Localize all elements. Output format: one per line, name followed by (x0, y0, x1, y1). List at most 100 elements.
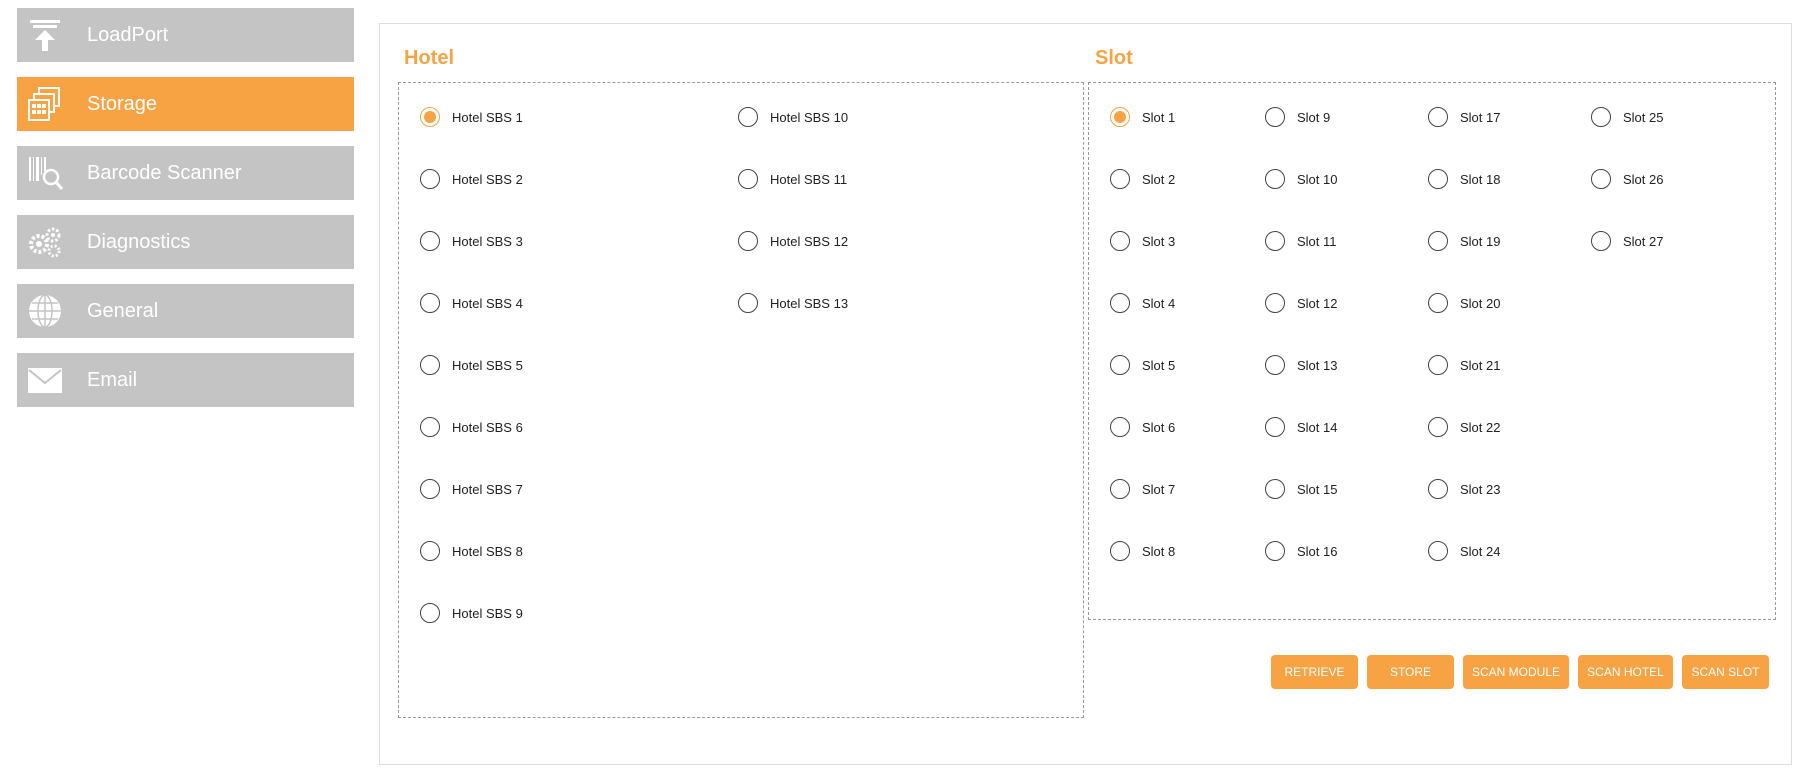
radio-button[interactable] (1428, 107, 1448, 127)
radio-button[interactable] (1591, 231, 1611, 251)
slot-radio-17[interactable]: Slot 17 (1428, 105, 1500, 129)
slot-radio-12[interactable]: Slot 12 (1265, 291, 1337, 315)
radio-button[interactable] (1428, 293, 1448, 313)
radio-button[interactable] (1265, 169, 1285, 189)
slot-radio-13[interactable]: Slot 13 (1265, 353, 1337, 377)
radio-label: Slot 6 (1142, 419, 1176, 435)
retrieve-button[interactable]: RETRIEVE (1271, 655, 1358, 689)
radio-button[interactable] (738, 169, 758, 189)
hotel-radio-2[interactable]: Hotel SBS 2 (420, 167, 523, 191)
hotel-radio-7[interactable]: Hotel SBS 7 (420, 477, 523, 501)
sidebar-item-diagnostics[interactable]: Diagnostics (17, 215, 354, 269)
slot-radio-21[interactable]: Slot 21 (1428, 353, 1500, 377)
radio-button[interactable] (1428, 479, 1448, 499)
slot-radio-26[interactable]: Slot 26 (1591, 167, 1663, 191)
slot-radio-18[interactable]: Slot 18 (1428, 167, 1500, 191)
slot-radio-24[interactable]: Slot 24 (1428, 539, 1500, 563)
radio-button[interactable] (1110, 479, 1130, 499)
slot-radio-15[interactable]: Slot 15 (1265, 477, 1337, 501)
radio-button[interactable] (1265, 541, 1285, 561)
slot-radio-20[interactable]: Slot 20 (1428, 291, 1500, 315)
radio-button[interactable] (420, 231, 440, 251)
slot-radio-25[interactable]: Slot 25 (1591, 105, 1663, 129)
sidebar-item-storage[interactable]: Storage (17, 77, 354, 131)
hotel-radio-13[interactable]: Hotel SBS 13 (738, 291, 848, 315)
hotel-radio-10[interactable]: Hotel SBS 10 (738, 105, 848, 129)
radio-button[interactable] (1265, 355, 1285, 375)
radio-button[interactable] (1265, 417, 1285, 437)
slot-radio-1[interactable]: Slot 1 (1110, 105, 1175, 129)
radio-button[interactable] (1591, 169, 1611, 189)
radio-label: Hotel SBS 5 (452, 357, 523, 373)
slot-radio-9[interactable]: Slot 9 (1265, 105, 1330, 129)
radio-label: Slot 11 (1297, 233, 1337, 249)
radio-button[interactable] (420, 603, 440, 623)
slot-radio-19[interactable]: Slot 19 (1428, 229, 1500, 253)
slot-radio-2[interactable]: Slot 2 (1110, 167, 1175, 191)
slot-radio-3[interactable]: Slot 3 (1110, 229, 1175, 253)
radio-button[interactable] (1265, 231, 1285, 251)
slot-radio-5[interactable]: Slot 5 (1110, 353, 1175, 377)
radio-button[interactable] (1428, 355, 1448, 375)
slot-radio-4[interactable]: Slot 4 (1110, 291, 1175, 315)
sidebar-item-loadport[interactable]: LoadPort (17, 8, 354, 62)
radio-label: Slot 1 (1142, 109, 1176, 125)
radio-button[interactable] (1110, 169, 1130, 189)
radio-button[interactable] (1265, 479, 1285, 499)
radio-button[interactable] (1110, 355, 1130, 375)
radio-button[interactable] (1110, 231, 1130, 251)
radio-button[interactable] (420, 417, 440, 437)
hotel-radio-9[interactable]: Hotel SBS 9 (420, 601, 523, 625)
hotel-radio-3[interactable]: Hotel SBS 3 (420, 229, 523, 253)
store-button[interactable]: STORE (1367, 655, 1454, 689)
radio-button[interactable] (738, 107, 758, 127)
scan-slot-button[interactable]: SCAN SLOT (1682, 655, 1769, 689)
radio-button[interactable] (420, 293, 440, 313)
radio-label: Hotel SBS 8 (452, 543, 523, 559)
slot-radio-7[interactable]: Slot 7 (1110, 477, 1175, 501)
hotel-radio-11[interactable]: Hotel SBS 11 (738, 167, 847, 191)
radio-button[interactable] (1110, 417, 1130, 437)
radio-button[interactable] (420, 479, 440, 499)
hotel-radio-4[interactable]: Hotel SBS 4 (420, 291, 523, 315)
hotel-radio-1[interactable]: Hotel SBS 1 (420, 105, 523, 129)
radio-label: Slot 17 (1460, 109, 1501, 125)
radio-button[interactable] (1110, 293, 1130, 313)
hotel-radio-8[interactable]: Hotel SBS 8 (420, 539, 523, 563)
slot-radio-6[interactable]: Slot 6 (1110, 415, 1175, 439)
radio-button[interactable] (1428, 417, 1448, 437)
radio-button[interactable] (420, 355, 440, 375)
sidebar-item-general[interactable]: General (17, 284, 354, 338)
slot-radio-11[interactable]: Slot 11 (1265, 229, 1337, 253)
radio-button[interactable] (1110, 107, 1130, 127)
radio-button[interactable] (420, 541, 440, 561)
hotel-radio-5[interactable]: Hotel SBS 5 (420, 353, 523, 377)
envelope-icon (27, 362, 63, 398)
slot-radio-10[interactable]: Slot 10 (1265, 167, 1337, 191)
slot-radio-8[interactable]: Slot 8 (1110, 539, 1175, 563)
radio-button[interactable] (420, 107, 440, 127)
radio-button[interactable] (1591, 107, 1611, 127)
radio-button[interactable] (1265, 107, 1285, 127)
slot-radio-22[interactable]: Slot 22 (1428, 415, 1500, 439)
radio-button[interactable] (1428, 541, 1448, 561)
radio-button[interactable] (738, 231, 758, 251)
slot-radio-27[interactable]: Slot 27 (1591, 229, 1663, 253)
radio-button[interactable] (420, 169, 440, 189)
hotel-radio-6[interactable]: Hotel SBS 6 (420, 415, 523, 439)
radio-button[interactable] (1265, 293, 1285, 313)
radio-label: Slot 4 (1142, 295, 1176, 311)
radio-button[interactable] (1110, 541, 1130, 561)
radio-button[interactable] (738, 293, 758, 313)
radio-button[interactable] (1428, 169, 1448, 189)
radio-label: Slot 10 (1297, 171, 1338, 187)
slot-radio-23[interactable]: Slot 23 (1428, 477, 1500, 501)
slot-radio-14[interactable]: Slot 14 (1265, 415, 1337, 439)
sidebar-item-email[interactable]: Email (17, 353, 354, 407)
sidebar-item-barcode-scanner[interactable]: Barcode Scanner (17, 146, 354, 200)
radio-button[interactable] (1428, 231, 1448, 251)
slot-radio-16[interactable]: Slot 16 (1265, 539, 1337, 563)
hotel-radio-12[interactable]: Hotel SBS 12 (738, 229, 848, 253)
scan-module-button[interactable]: SCAN MODULE (1463, 655, 1569, 689)
scan-hotel-button[interactable]: SCAN HOTEL (1578, 655, 1673, 689)
